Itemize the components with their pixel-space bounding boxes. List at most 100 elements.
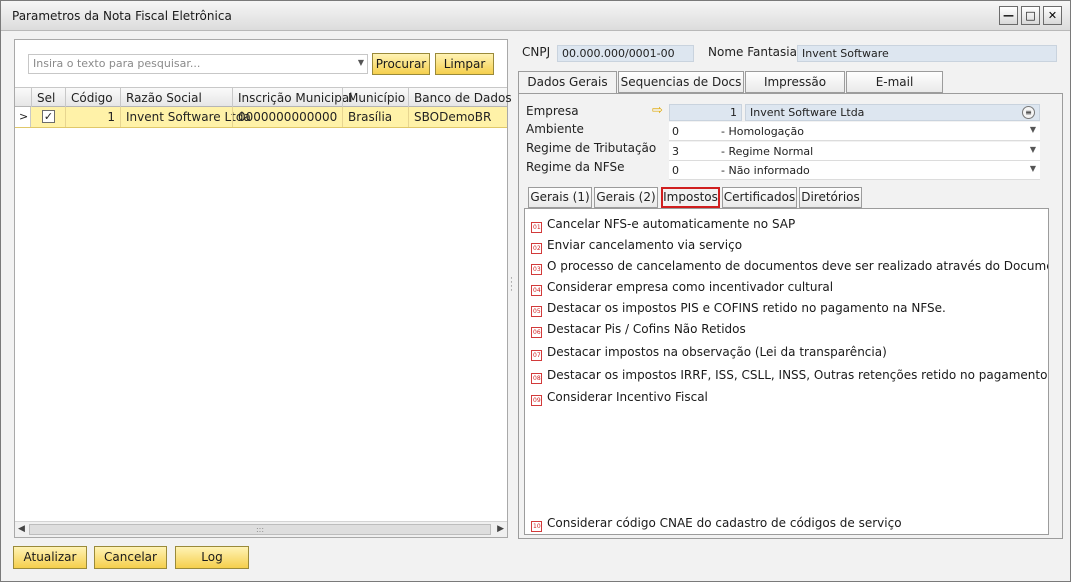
cnpj-field[interactable]: 00.000.000/0001-00: [557, 45, 694, 62]
regime-nfse-select[interactable]: 0 - Não informado ▼: [669, 161, 1040, 180]
option-03[interactable]: 03 O processo de cancelamento de document…: [531, 259, 1048, 275]
empresa-label: Empresa: [526, 104, 579, 118]
column-inscricao[interactable]: Inscrição Municipal: [232, 88, 353, 107]
column-municipio[interactable]: Município: [342, 88, 408, 107]
ambiente-desc: - Homologação: [721, 125, 804, 138]
option-label: Enviar cancelamento via serviço: [547, 238, 743, 252]
checkbox-icon[interactable]: 07: [531, 350, 542, 361]
regime-trib-select[interactable]: 3 - Regime Normal ▼: [669, 142, 1040, 161]
impostos-panel: 01 Cancelar NFS-e automaticamente no SAP …: [524, 208, 1049, 535]
table-row[interactable]: > ✓ 1 Invent Software Ltda 0000000000000…: [15, 107, 507, 128]
chevron-down-icon[interactable]: ▼: [1030, 145, 1036, 154]
option-label: Considerar empresa como incentivador cul…: [547, 280, 834, 294]
regime-nfse-code: 0: [672, 164, 679, 177]
scroll-right-icon[interactable]: ▶: [497, 524, 504, 534]
option-10[interactable]: 10 Considerar código CNAE do cadastro de …: [531, 516, 902, 532]
tab-email[interactable]: E-mail: [846, 71, 943, 93]
row-indicator: >: [15, 107, 31, 127]
checkbox-icon[interactable]: 09: [531, 395, 542, 406]
splitter-handle[interactable]: · · · ·: [510, 275, 514, 296]
cancel-button[interactable]: Cancelar: [94, 546, 167, 569]
column-banco[interactable]: Banco de Dados: [408, 88, 512, 107]
title-bar[interactable]: Parametros da Nota Fiscal Eletrônica — □…: [1, 1, 1070, 31]
checkbox-icon[interactable]: 02: [531, 243, 542, 254]
main-window: Parametros da Nota Fiscal Eletrônica — □…: [0, 0, 1071, 582]
column-sel[interactable]: Sel: [31, 88, 65, 107]
option-05[interactable]: 05 Destacar os impostos PIS e COFINS reti…: [531, 301, 946, 317]
column-razao-social[interactable]: Razão Social: [120, 88, 232, 107]
subtab-impostos[interactable]: Impostos: [661, 187, 720, 208]
regime-trib-label: Regime de Tributação: [526, 141, 657, 155]
checkbox-icon[interactable]: 08: [531, 373, 542, 384]
fantasia-label: Nome Fantasia: [708, 45, 797, 59]
grid-header: Sel Código Razão Social Inscrição Munici…: [15, 87, 512, 107]
tab-impressao[interactable]: Impressão: [745, 71, 845, 93]
tab-sequencias[interactable]: Sequencias de Docs: [618, 71, 744, 93]
option-07[interactable]: 07 Destacar impostos na observação (Lei d…: [531, 345, 887, 361]
chevron-down-icon[interactable]: ▼: [1030, 164, 1036, 173]
checkbox-icon[interactable]: 05: [531, 306, 542, 317]
regime-trib-desc: - Regime Normal: [721, 145, 814, 158]
empresa-name: Invent Software Ltda: [750, 106, 865, 119]
option-06[interactable]: 06 Destacar Pis / Cofins Não Retidos: [531, 322, 746, 338]
regime-nfse-desc: - Não informado: [721, 164, 810, 177]
option-label: Destacar impostos na observação (Lei da …: [547, 345, 887, 359]
link-arrow-icon[interactable]: ⇨: [652, 103, 663, 118]
tab-dados-gerais[interactable]: Dados Gerais: [518, 71, 617, 94]
checkbox-icon[interactable]: 01: [531, 222, 542, 233]
option-09[interactable]: 09 Considerar Incentivo Fiscal: [531, 390, 708, 406]
option-label: Destacar Pis / Cofins Não Retidos: [547, 322, 746, 336]
ambiente-select[interactable]: 0 - Homologação ▼: [669, 122, 1040, 141]
minimize-button[interactable]: —: [999, 6, 1018, 25]
cell-banco: SBODemoBR: [408, 107, 507, 127]
empresa-name-field[interactable]: Invent Software Ltda ≡: [745, 104, 1040, 121]
chevron-down-icon[interactable]: ▼: [1030, 125, 1036, 134]
window-title: Parametros da Nota Fiscal Eletrônica: [12, 9, 232, 23]
option-01[interactable]: 01 Cancelar NFS-e automaticamente no SAP: [531, 217, 795, 233]
scroll-left-icon[interactable]: ◀: [18, 524, 25, 534]
column-codigo[interactable]: Código: [65, 88, 120, 107]
sel-checkbox[interactable]: ✓: [42, 110, 55, 123]
option-label: O processo de cancelamento de documentos…: [547, 259, 1048, 273]
checkbox-icon[interactable]: 10: [531, 521, 542, 532]
option-label: Cancelar NFS-e automaticamente no SAP: [547, 217, 796, 231]
search-placeholder: Insira o texto para pesquisar...: [33, 57, 201, 70]
subtab-gerais-1[interactable]: Gerais (1): [528, 187, 592, 208]
ambiente-code: 0: [672, 125, 679, 138]
subtab-gerais-2[interactable]: Gerais (2): [594, 187, 658, 208]
search-input[interactable]: Insira o texto para pesquisar... ▼: [28, 54, 368, 74]
cell-municipio: Brasília: [342, 107, 408, 127]
regime-trib-code: 3: [672, 145, 679, 158]
ambiente-label: Ambiente: [526, 122, 584, 136]
log-button[interactable]: Log: [175, 546, 249, 569]
scrollbar-thumb[interactable]: :::: [29, 524, 491, 535]
option-label: Considerar código CNAE do cadastro de có…: [547, 516, 902, 530]
option-08[interactable]: 08 Destacar os impostos IRRF, ISS, CSLL, …: [531, 368, 1049, 384]
option-label: Considerar Incentivo Fiscal: [547, 390, 708, 404]
checkbox-icon[interactable]: 06: [531, 327, 542, 338]
fantasia-field[interactable]: Invent Software: [797, 45, 1057, 62]
company-list-panel: Insira o texto para pesquisar... ▼ Procu…: [14, 39, 512, 538]
regime-nfse-label: Regime da NFSe: [526, 160, 625, 174]
cell-razao-social: Invent Software Ltda: [120, 107, 251, 127]
close-button[interactable]: ✕: [1043, 6, 1062, 25]
cell-codigo: 1: [65, 107, 120, 127]
cnpj-label: CNPJ: [522, 45, 551, 59]
checkbox-icon[interactable]: 04: [531, 285, 542, 296]
option-04[interactable]: 04 Considerar empresa como incentivador c…: [531, 280, 833, 296]
cell-inscricao: 0000000000000: [232, 107, 342, 127]
search-button[interactable]: Procurar: [372, 53, 430, 75]
list-icon[interactable]: ≡: [1022, 106, 1035, 119]
subtab-diretorios[interactable]: Diretórios: [799, 187, 862, 208]
option-label: Destacar os impostos IRRF, ISS, CSLL, IN…: [547, 368, 1049, 382]
option-02[interactable]: 02 Enviar cancelamento via serviço: [531, 238, 742, 254]
chevron-down-icon[interactable]: ▼: [358, 58, 364, 67]
update-button[interactable]: Atualizar: [13, 546, 87, 569]
horizontal-scrollbar[interactable]: ◀ ::: ▶: [15, 521, 507, 537]
option-label: Destacar os impostos PIS e COFINS retido…: [547, 301, 946, 315]
subtab-certificados[interactable]: Certificados: [722, 187, 797, 208]
maximize-button[interactable]: □: [1021, 6, 1040, 25]
checkbox-icon[interactable]: 03: [531, 264, 542, 275]
empresa-code-field[interactable]: 1: [669, 104, 742, 121]
clear-button[interactable]: Limpar: [435, 53, 494, 75]
